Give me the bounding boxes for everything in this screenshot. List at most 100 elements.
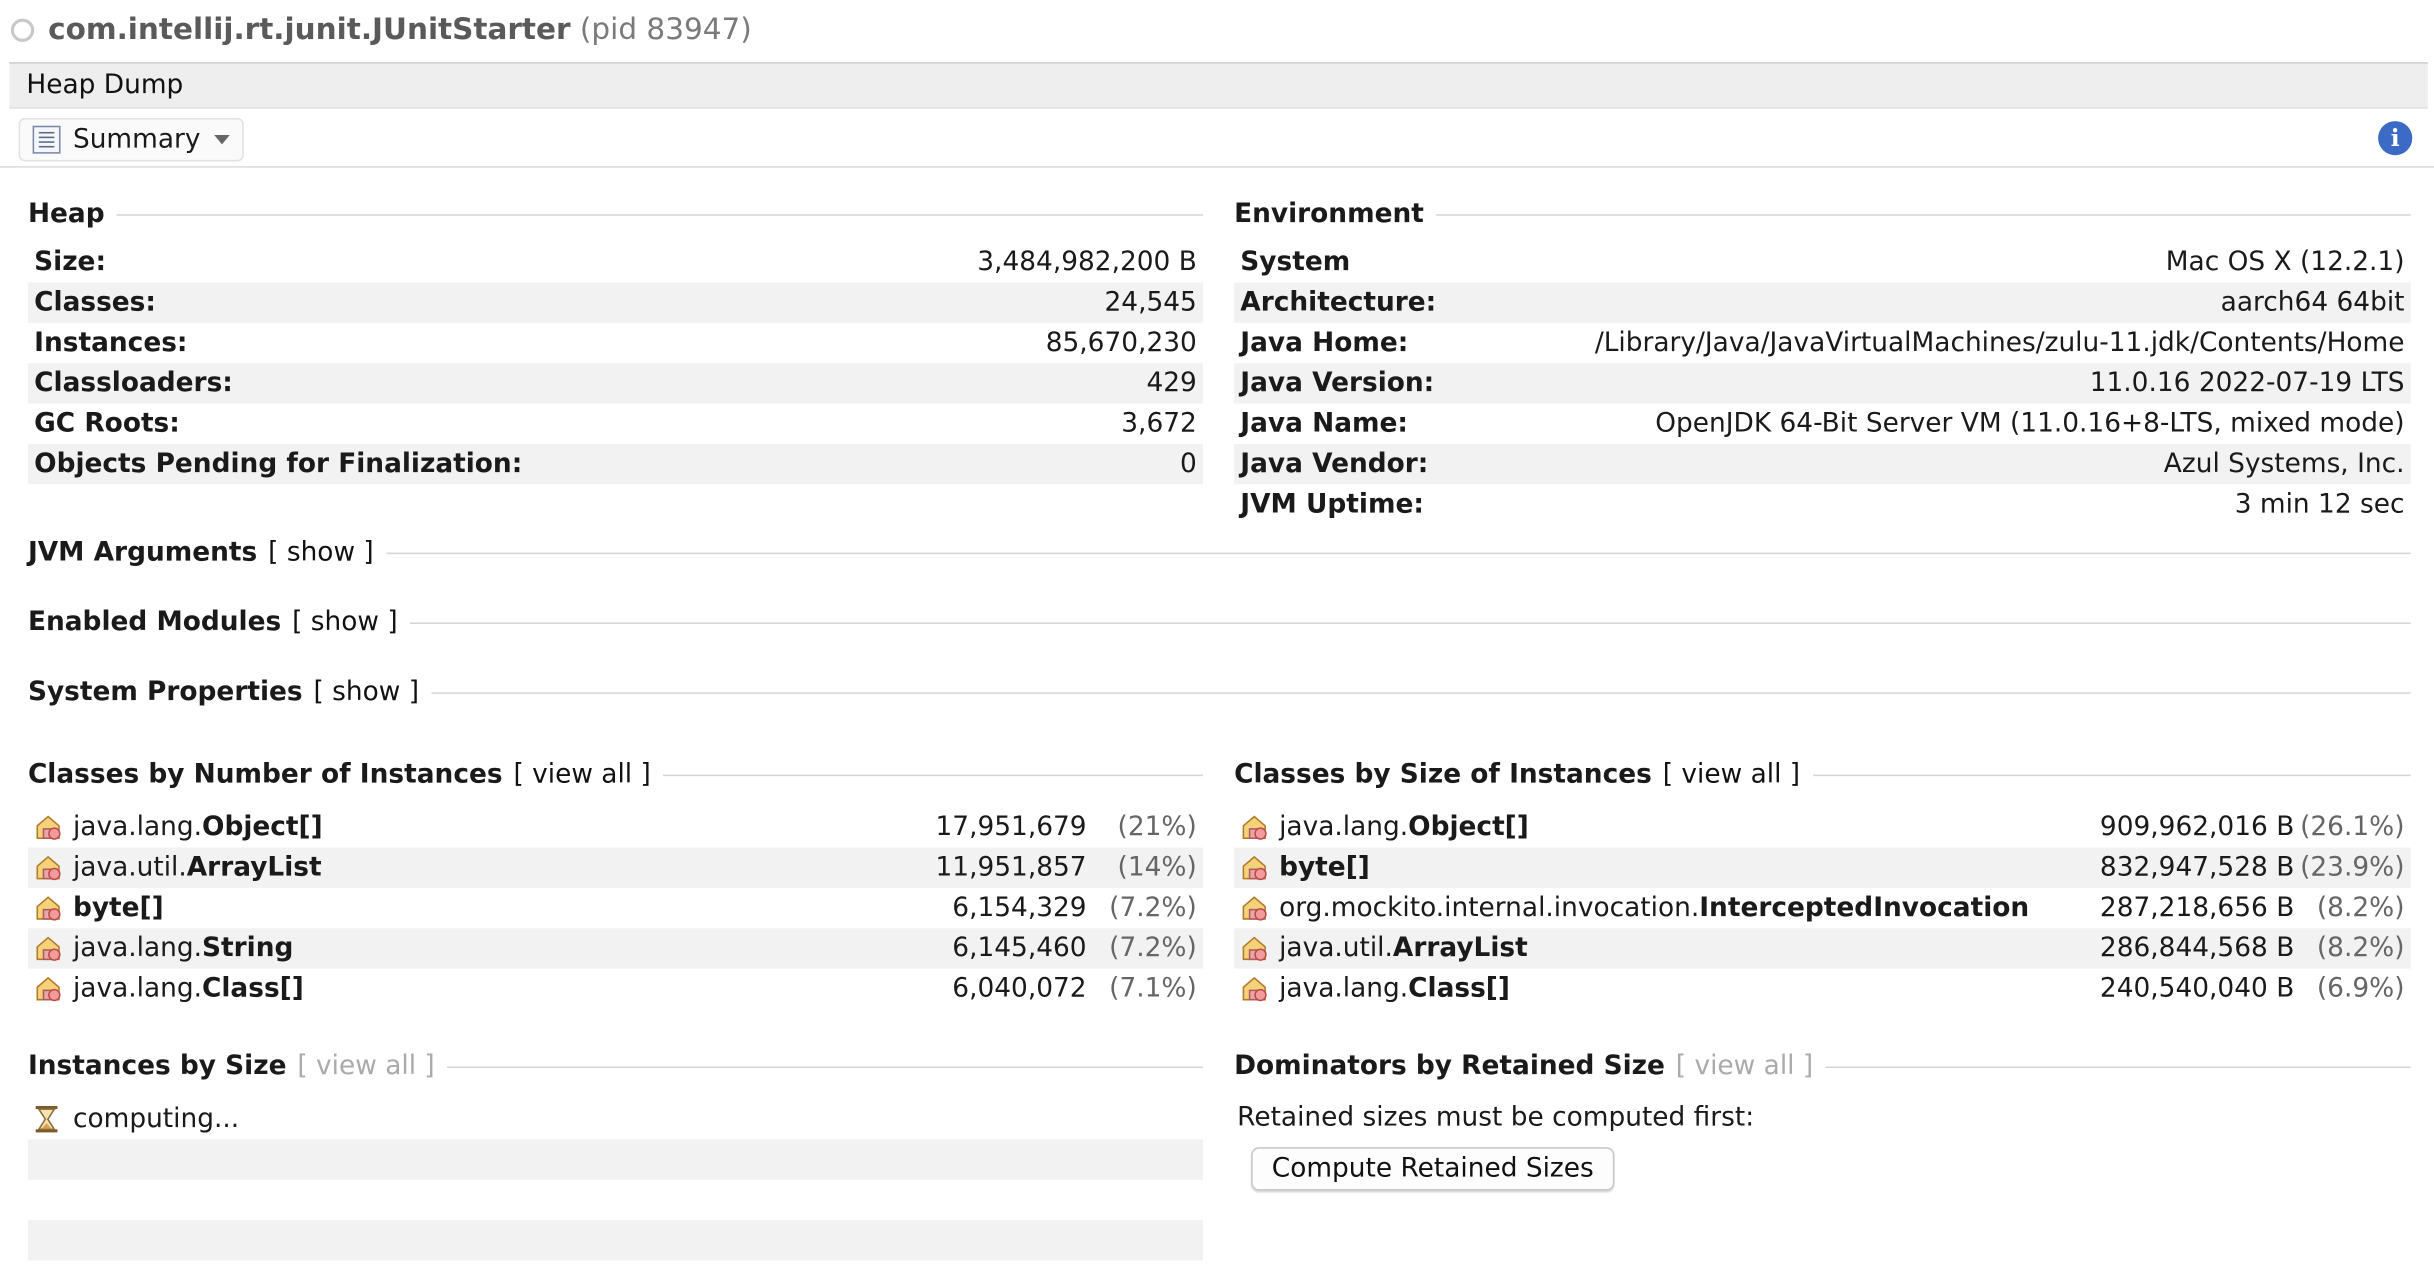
process-status-icon: [10, 17, 35, 42]
instances-by-size-title: Instances by Size: [27, 1050, 287, 1082]
class-icon: [1240, 894, 1268, 922]
class-package: org.mockito.internal.invocation.: [1279, 892, 1700, 924]
section-divider: [386, 551, 2411, 554]
heap-dump-tab-label: Heap Dump: [26, 69, 184, 101]
system-properties-title: System Properties: [27, 676, 303, 708]
summary-icon: [32, 125, 61, 154]
section-divider: [431, 691, 2411, 694]
size-percent: (8.2%): [2316, 892, 2405, 924]
instance-size: 909,962,016 B: [2099, 811, 2295, 843]
class-row[interactable]: java.util.ArrayList 286,844,568 B (8.2%): [1234, 928, 2411, 969]
environment-row-label: Java Vendor:: [1240, 448, 1429, 480]
class-name: Object[]: [202, 811, 323, 843]
environment-row: Java Name: OpenJDK 64-Bit Server VM (11.0…: [1234, 404, 2411, 444]
class-row[interactable]: byte[] 6,154,329 (7.2%): [28, 888, 1203, 928]
environment-row-label: Architecture:: [1240, 287, 1437, 319]
system-properties-show-link[interactable]: [ show ]: [313, 677, 419, 708]
heap-row-label: Size:: [34, 246, 107, 278]
instance-count: 6,154,329: [952, 892, 1087, 924]
class-package: java.lang.: [1279, 811, 1409, 843]
classes-by-number-header: Classes by Number of Instances [ view al…: [27, 756, 1204, 793]
instance-size: 240,540,040 B: [2099, 973, 2295, 1005]
section-divider: [1436, 213, 2411, 215]
instance-percent: (21%): [1117, 811, 1197, 843]
heap-row: Objects Pending for Finalization: 0: [27, 443, 1204, 485]
environment-row: Java Home: /Library/Java/JavaVirtualMachi…: [1234, 323, 2411, 363]
environment-row-label: JVM Uptime:: [1240, 488, 1424, 521]
enabled-modules-show-link[interactable]: [ show ]: [292, 607, 398, 638]
class-row[interactable]: java.util.ArrayList 11,951,857 (14%): [27, 847, 1204, 888]
environment-row: JVM Uptime: 3 min 12 sec: [1234, 484, 2411, 524]
class-row[interactable]: java.lang.Class[] 240,540,040 B (6.9%): [1234, 969, 2411, 1009]
environment-row-value: 11.0.16 2022-07-19 LTS: [2089, 367, 2405, 399]
class-name: Class[]: [202, 973, 304, 1005]
instances-by-size-view-all-link: [ view all ]: [297, 1050, 435, 1082]
dominators-header: Dominators by Retained Size [ view all ]: [1234, 1048, 2411, 1085]
class-row[interactable]: java.lang.Object[] 909,962,016 B (26.1%): [1234, 807, 2411, 847]
environment-section-title: Environment: [1234, 198, 1424, 230]
classes-by-size-view-all-link[interactable]: [ view all ]: [1663, 759, 1800, 790]
class-package: java.lang.: [1279, 973, 1409, 1005]
class-name: String: [202, 932, 294, 964]
class-name: ArrayList: [1392, 932, 1528, 964]
environment-row-value: /Library/Java/JavaVirtualMachines/zulu-1…: [1594, 327, 2405, 359]
section-divider: [447, 1065, 1204, 1068]
enabled-modules-title: Enabled Modules: [27, 606, 282, 638]
class-name: byte[]: [1279, 852, 1370, 884]
environment-row: Java Vendor: Azul Systems, Inc.: [1234, 443, 2411, 485]
heap-section-header: Heap: [27, 196, 1204, 233]
class-icon: [34, 854, 62, 882]
environment-row-label: Java Version:: [1240, 367, 1435, 399]
class-package: java.util.: [72, 852, 187, 884]
environment-row-label: Java Home:: [1240, 327, 1409, 359]
process-pid: (pid 83947): [579, 12, 752, 47]
instance-count: 11,951,857: [935, 852, 1087, 884]
info-icon[interactable]: i: [2378, 121, 2413, 156]
classes-by-size-title: Classes by Size of Instances: [1234, 759, 1652, 791]
class-row[interactable]: java.lang.String 6,145,460 (7.2%): [27, 928, 1204, 969]
jvm-arguments-show-link[interactable]: [ show ]: [268, 537, 374, 568]
instance-percent: (7.1%): [1109, 973, 1197, 1005]
retained-sizes-message: Retained sizes must be computed first:: [1237, 1102, 1755, 1134]
section-divider: [410, 621, 2411, 624]
process-title: com.intellij.rt.junit.JUnitStarter: [48, 12, 571, 47]
class-row[interactable]: byte[] 832,947,528 B (23.9%): [1234, 847, 2411, 888]
environment-row-value: OpenJDK 64-Bit Server VM (11.0.16+8-LTS,…: [1655, 408, 2405, 440]
class-name: InterceptedInvocation: [1699, 892, 2030, 924]
class-row[interactable]: java.lang.Object[] 17,951,679 (21%): [28, 807, 1203, 847]
environment-row: Java Version: 11.0.16 2022-07-19 LTS: [1234, 363, 2411, 404]
heap-row-value: 0: [1180, 448, 1197, 480]
classes-by-size-header: Classes by Size of Instances [ view all …: [1234, 756, 2411, 793]
heap-row: Instances: 85,670,230: [28, 323, 1203, 363]
empty-row: [27, 1139, 1204, 1180]
class-name: Class[]: [1408, 973, 1510, 1005]
class-icon: [1240, 854, 1268, 882]
environment-row-value: 3 min 12 sec: [2234, 488, 2405, 521]
compute-retained-sizes-button[interactable]: Compute Retained Sizes: [1251, 1147, 1615, 1191]
environment-row-value: Mac OS X (12.2.1): [2165, 246, 2405, 278]
class-icon: [34, 813, 62, 841]
class-row[interactable]: java.lang.Class[] 6,040,072 (7.1%): [28, 969, 1203, 1009]
class-name: ArrayList: [186, 852, 322, 884]
classes-by-number-view-all-link[interactable]: [ view all ]: [513, 759, 650, 790]
heap-section-title: Heap: [27, 198, 105, 230]
section-divider: [1825, 1065, 2411, 1068]
dominators-title: Dominators by Retained Size: [1234, 1050, 1665, 1082]
view-selector-label: Summary: [72, 124, 201, 156]
instance-percent: (14%): [1117, 852, 1197, 884]
system-properties-section: System Properties [ show ]: [28, 674, 2411, 711]
heap-row-label: Classloaders:: [34, 367, 233, 399]
instance-count: 6,145,460: [952, 932, 1087, 964]
heap-dump-tab[interactable]: Heap Dump: [9, 62, 2428, 109]
class-package: java.util.: [1279, 932, 1393, 964]
view-selector-dropdown[interactable]: Summary: [18, 117, 244, 162]
classes-by-number-title: Classes by Number of Instances: [27, 759, 503, 791]
heap-row: Classes: 24,545: [27, 282, 1204, 323]
class-icon: [1240, 975, 1268, 1003]
computing-status: computing...: [72, 1103, 240, 1135]
instance-size: 832,947,528 B: [2099, 852, 2295, 884]
heap-row-value: 24,545: [1104, 287, 1197, 319]
class-row[interactable]: org.mockito.internal.invocation.Intercep…: [1234, 888, 2411, 928]
hourglass-icon: [34, 1105, 59, 1133]
heap-row-label: GC Roots:: [34, 408, 180, 440]
